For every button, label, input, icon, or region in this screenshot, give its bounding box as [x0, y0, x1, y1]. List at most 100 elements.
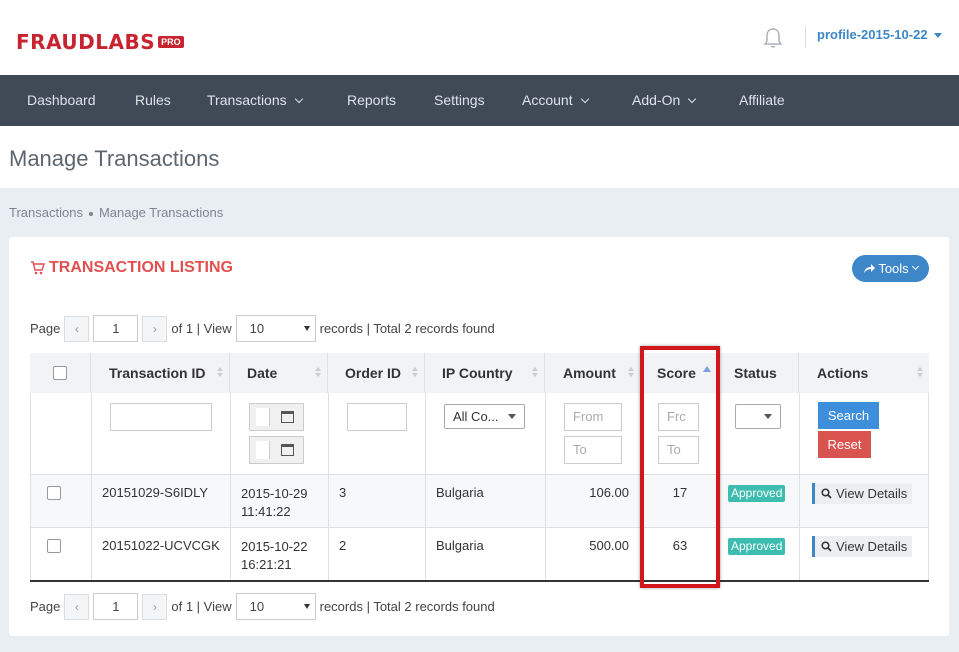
calendar-icon[interactable] — [281, 444, 294, 456]
status-filter[interactable] — [735, 404, 781, 429]
next-page-button[interactable]: › — [142, 593, 168, 620]
page-input[interactable]: 1 — [93, 593, 139, 620]
transaction-date: 2015-10-22 16:21:21 — [241, 538, 308, 574]
tools-button[interactable]: Tools — [852, 255, 929, 282]
header-transaction-id[interactable]: Transaction ID — [91, 353, 230, 393]
header-amount[interactable]: Amount — [545, 353, 641, 393]
prev-page-button[interactable]: ‹ — [64, 593, 90, 620]
nav-label: Add-On — [632, 92, 681, 108]
amount: 500.00 — [589, 538, 629, 553]
header-label: Status — [734, 365, 777, 381]
top-bar: FRAUDLABS PRO profile-2015-10-22 — [0, 0, 959, 75]
page-of-text: of 1 | View — [171, 321, 232, 336]
status-badge: Approved — [728, 538, 786, 555]
order-id-filter[interactable] — [347, 403, 407, 431]
nav-label: Affiliate — [739, 92, 785, 108]
select-all-checkbox[interactable] — [53, 366, 67, 380]
col-divider — [545, 475, 546, 527]
col-divider — [425, 528, 426, 580]
col-divider — [91, 475, 92, 527]
nav-label: Transactions — [207, 92, 287, 108]
dropdown-arrow-icon — [303, 326, 310, 331]
sort-icon — [217, 367, 223, 379]
table-row[interactable]: 20151029-S6IDLY 2015-10-29 11:41:22 3 Bul… — [30, 475, 929, 528]
transaction-id[interactable]: 20151022-UCVCGK — [102, 538, 220, 553]
header-status[interactable]: Status — [719, 353, 799, 393]
main-nav: Dashboard Rules Transactions Reports Set… — [0, 75, 959, 126]
amount-from-filter[interactable]: From — [564, 403, 622, 431]
page-label: Page — [30, 599, 61, 614]
col-divider — [799, 528, 800, 580]
col-divider — [799, 475, 800, 527]
calendar-icon[interactable] — [281, 411, 294, 423]
col-divider — [328, 528, 329, 580]
col-divider — [91, 528, 92, 580]
chevron-down-icon — [688, 94, 697, 104]
amount-to-filter[interactable]: To — [564, 436, 622, 464]
nav-transactions[interactable]: Transactions — [207, 75, 303, 126]
nav-rules[interactable]: Rules — [135, 75, 171, 126]
chevron-down-icon — [580, 94, 589, 104]
next-page-button[interactable]: › — [142, 315, 168, 342]
search-button[interactable]: Search — [818, 402, 879, 429]
ip-country: Bulgaria — [436, 485, 484, 500]
page-title: Manage Transactions — [9, 146, 220, 171]
nav-dashboard[interactable]: Dashboard — [27, 75, 96, 126]
view-details-button[interactable]: View Details — [812, 483, 913, 504]
title-bar: Manage Transactions — [0, 126, 959, 188]
breadcrumb-current: Manage Transactions — [98, 205, 224, 220]
date-to-filter[interactable] — [249, 436, 304, 464]
order-id: 2 — [339, 538, 347, 553]
order-id: 3 — [339, 485, 347, 500]
page-size-select[interactable]: 10 — [235, 593, 316, 620]
dropdown-arrow-icon — [508, 414, 516, 419]
col-divider — [545, 393, 546, 474]
profile-menu[interactable]: profile-2015-10-22 — [817, 27, 942, 42]
header-label: Actions — [817, 365, 869, 381]
nav-account[interactable]: Account — [522, 75, 589, 126]
transaction-panel: TRANSACTION LISTING Tools Page ‹ 1 › of … — [9, 237, 949, 636]
header-date[interactable]: Date — [230, 353, 328, 393]
header-order-id[interactable]: Order ID — [328, 353, 425, 393]
page-input[interactable]: 1 — [93, 315, 139, 342]
col-divider — [328, 475, 329, 527]
brand-logo[interactable]: FRAUDLABS PRO — [16, 30, 184, 54]
header-ip-country[interactable]: IP Country — [425, 353, 545, 393]
amount: 106.00 — [589, 485, 629, 500]
ip-country-value: All Co... — [453, 409, 499, 424]
sort-icon — [532, 367, 538, 379]
transaction-id[interactable]: 20151029-S6IDLY — [102, 485, 208, 500]
nav-settings[interactable]: Settings — [434, 75, 485, 126]
table-row[interactable]: 20151022-UCVCGK 2015-10-22 16:21:21 2 Bul… — [30, 528, 929, 580]
nav-reports[interactable]: Reports — [347, 75, 396, 126]
nav-add-on[interactable]: Add-On — [632, 75, 697, 126]
row-checkbox[interactable] — [47, 539, 61, 553]
col-divider — [230, 528, 231, 580]
transaction-id-filter[interactable] — [110, 403, 212, 431]
reset-button[interactable]: Reset — [818, 431, 871, 458]
date-from-input[interactable] — [256, 408, 270, 426]
date-value: 2015-10-22 — [241, 539, 308, 554]
date-from-filter[interactable] — [249, 403, 304, 431]
view-details-button[interactable]: View Details — [812, 536, 913, 557]
sort-icon — [412, 367, 418, 379]
transaction-date: 2015-10-29 11:41:22 — [241, 485, 308, 521]
ip-country-filter[interactable]: All Co... — [444, 404, 525, 429]
page-size-select[interactable]: 10 — [235, 315, 316, 342]
nav-affiliate[interactable]: Affiliate — [739, 75, 785, 126]
row-checkbox[interactable] — [47, 486, 61, 500]
header-label: Transaction ID — [109, 365, 206, 381]
panel-title-text: TRANSACTION LISTING — [49, 259, 233, 276]
view-details-label: View Details — [836, 486, 908, 501]
nav-label: Settings — [434, 92, 485, 108]
date-to-input[interactable] — [256, 441, 270, 459]
breadcrumb: Transactions Manage Transactions — [9, 205, 223, 220]
records-summary: records | Total 2 records found — [319, 599, 495, 614]
bell-icon[interactable] — [763, 27, 783, 49]
chevron-down-icon — [294, 94, 303, 104]
breadcrumb-transactions[interactable]: Transactions — [9, 205, 83, 220]
page-of-text: of 1 | View — [171, 599, 232, 614]
header-actions: Actions — [799, 353, 929, 393]
prev-page-button[interactable]: ‹ — [64, 315, 90, 342]
caret-down-icon — [933, 33, 942, 39]
